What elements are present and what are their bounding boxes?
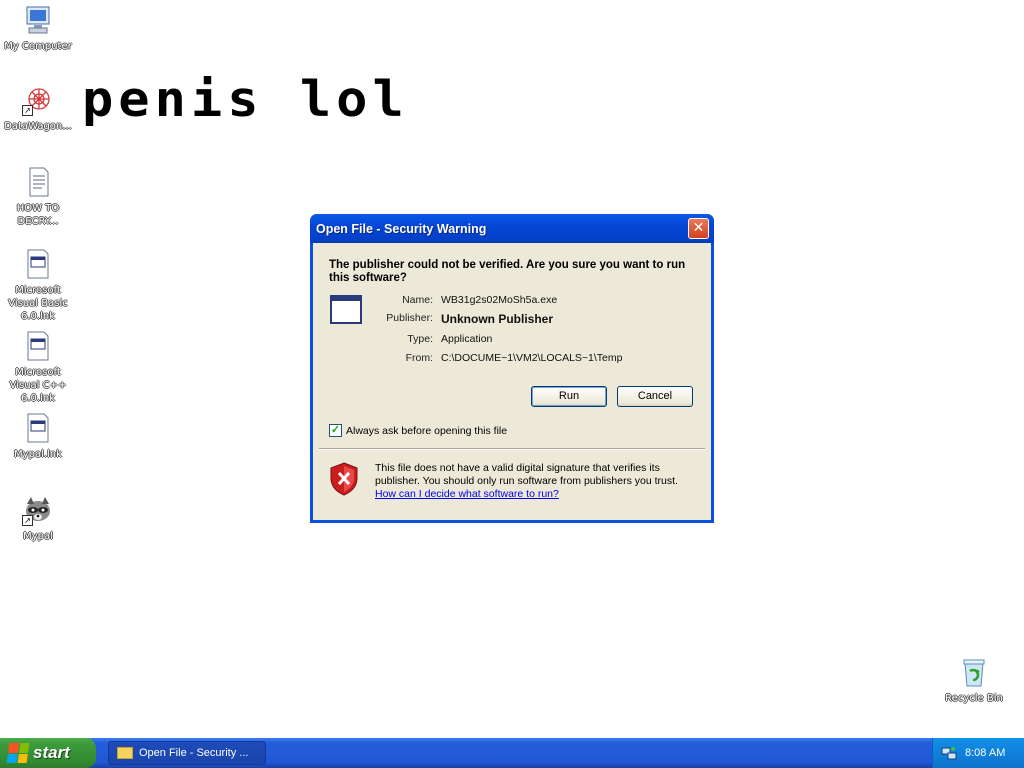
network-icon[interactable] (941, 745, 957, 761)
desktop-overlay-text: penis lol (82, 71, 409, 129)
type-row: Type: Application (369, 333, 492, 345)
text-document-icon (22, 166, 54, 198)
lnk-file-icon (22, 412, 54, 444)
always-ask-checkbox-row[interactable]: ✓ Always ask before opening this file (329, 424, 507, 437)
close-icon: ✕ (692, 220, 705, 236)
cancel-button[interactable]: Cancel (617, 386, 693, 407)
clock[interactable]: 8:08 AM (965, 747, 1005, 759)
desktop-icon-label: Mypal.lnk (14, 449, 62, 460)
security-question: The publisher could not be verified. Are… (329, 259, 686, 284)
publisher-row: Publisher: Unknown Publisher (369, 312, 553, 326)
security-shield-icon (329, 462, 359, 496)
my-computer-icon (22, 4, 54, 36)
file-details: Name: WB31g2s02MoSh5a.exe Publisher: Unk… (329, 291, 711, 373)
datawagon-icon: ↗ (22, 84, 54, 116)
run-button[interactable]: Run (531, 386, 607, 407)
shortcut-arrow-icon: ↗ (22, 515, 33, 526)
security-warning-dialog: Open File - Security Warning ✕ The publi… (310, 214, 714, 523)
publisher-value: Unknown Publisher (441, 312, 554, 326)
taskbar: start Open File - Security ... 8:08 AM (0, 738, 1024, 768)
desktop-icon-datawagon[interactable]: ↗ DataWagon... (0, 84, 76, 133)
warning-text: This file does not have a valid digital … (375, 462, 678, 487)
desktop-icon-mypal-lnk[interactable]: Mypal.lnk (0, 412, 76, 461)
from-value: C:\DOCUME~1\VM2\LOCALS~1\Temp (441, 352, 623, 364)
dialog-separator (319, 448, 705, 450)
publisher-label: Publisher: (386, 312, 433, 324)
start-button[interactable]: start (0, 738, 96, 768)
desktop-icon-vb6[interactable]: Microsoft Visual Basic 6.0.lnk (0, 248, 76, 323)
taskbar-item-label: Open File - Security ... (139, 747, 249, 759)
name-value: WB31g2s02MoSh5a.exe (441, 294, 558, 306)
close-button[interactable]: ✕ (688, 218, 709, 239)
lnk-file-icon (22, 248, 54, 280)
application-icon (330, 295, 362, 324)
dialog-title: Open File - Security Warning (316, 221, 487, 236)
desktop-icon-label: Mypal (23, 531, 53, 542)
desktop-icon-label: HOW TO DECRY... (16, 203, 60, 227)
desktop-icon-how-to-decrypt[interactable]: HOW TO DECRY... (0, 166, 76, 228)
desktop-icon-mypal[interactable]: ↗ Mypal (0, 494, 76, 543)
system-tray: 8:08 AM (932, 738, 1024, 768)
start-label: start (33, 743, 70, 762)
lnk-file-icon (22, 330, 54, 362)
folder-icon (117, 747, 133, 759)
name-row: Name: WB31g2s02MoSh5a.exe (369, 294, 557, 306)
always-ask-checkbox[interactable]: ✓ (329, 424, 342, 437)
shortcut-arrow-icon: ↗ (22, 105, 33, 116)
desktop-icon-label: DataWagon... (4, 121, 72, 132)
desktop-icon-label: Microsoft Visual Basic 6.0.lnk (8, 285, 68, 322)
type-label: Type: (407, 333, 433, 345)
name-label: Name: (402, 294, 433, 306)
raccoon-icon: ↗ (22, 494, 54, 526)
windows-logo-icon (6, 743, 30, 763)
warning-section: This file does not have a valid digital … (329, 462, 701, 501)
from-label: From: (405, 352, 433, 364)
desktop-icon-my-computer[interactable]: My Computer (0, 4, 76, 53)
desktop-icon-vcpp6[interactable]: Microsoft Visual C++ 6.0.lnk (0, 330, 76, 405)
always-ask-label[interactable]: Always ask before opening this file (346, 425, 507, 437)
recycle-bin-icon (958, 656, 990, 688)
desktop-icon-recycle-bin[interactable]: Recycle Bin (936, 656, 1012, 705)
dialog-titlebar[interactable]: Open File - Security Warning ✕ (310, 214, 714, 243)
warning-message: This file does not have a valid digital … (375, 462, 685, 501)
help-link[interactable]: How can I decide what software to run? (375, 488, 559, 500)
desktop-icon-label: My Computer (4, 41, 72, 52)
taskbar-item-security-warning[interactable]: Open File - Security ... (108, 741, 266, 765)
desktop-icon-label: Recycle Bin (945, 693, 1003, 704)
type-value: Application (441, 333, 493, 345)
from-row: From: C:\DOCUME~1\VM2\LOCALS~1\Temp (369, 352, 623, 364)
desktop-icon-label: Microsoft Visual C++ 6.0.lnk (9, 367, 67, 404)
